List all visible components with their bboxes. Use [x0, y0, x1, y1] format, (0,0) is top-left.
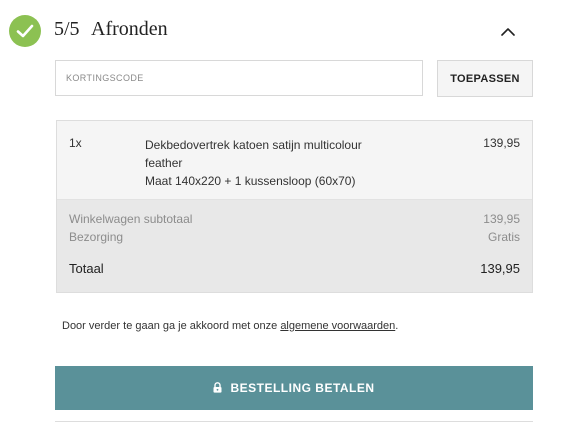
- shipping-value: Gratis: [487, 230, 520, 244]
- order-line-item: 1x Dekbedovertrek katoen satijn multicol…: [57, 121, 532, 200]
- item-name-line-1: Dekbedovertrek katoen satijn multicolour: [145, 138, 362, 152]
- item-name-line-2: feather: [145, 156, 183, 170]
- terms-notice: Door verder te gaan ga je akkoord met on…: [62, 320, 398, 332]
- step-number: 5/5: [54, 18, 80, 40]
- order-summary: 1x Dekbedovertrek katoen satijn multicol…: [56, 120, 533, 293]
- shipping-label: Bezorging: [69, 230, 124, 244]
- item-price: 139,95: [483, 136, 520, 150]
- step-title: Afronden: [91, 18, 168, 40]
- lock-icon: [213, 381, 222, 396]
- shipping-row: Bezorging Gratis: [69, 230, 520, 248]
- chevron-up-icon[interactable]: [496, 20, 520, 44]
- item-description: Dekbedovertrek katoen satijn multicolour…: [145, 136, 395, 190]
- divider: [55, 421, 533, 422]
- total-value: 139,95: [480, 261, 520, 276]
- subtotal-value: 139,95: [483, 212, 520, 226]
- check-circle-icon: [9, 15, 41, 47]
- total-label: Totaal: [69, 261, 104, 276]
- apply-coupon-button[interactable]: TOEPASSEN: [437, 60, 533, 97]
- item-quantity: 1x: [69, 136, 82, 150]
- pay-button-label: BESTELLING BETALEN: [230, 380, 375, 395]
- terms-text: Door verder te gaan ga je akkoord met on…: [62, 320, 278, 332]
- terms-suffix: .: [395, 320, 399, 332]
- terms-link[interactable]: algemene voorwaarden: [280, 320, 395, 332]
- total-row: Totaal 139,95: [69, 261, 520, 279]
- checkout-step-header: 5/5 Afronden: [0, 0, 563, 60]
- coupon-code-input[interactable]: [55, 60, 423, 96]
- order-totals: Winkelwagen subtotaal 139,95 Bezorging G…: [57, 200, 532, 292]
- pay-order-button[interactable]: BESTELLING BETALEN: [55, 366, 533, 410]
- subtotal-row: Winkelwagen subtotaal 139,95: [69, 212, 520, 230]
- item-variant: Maat 140x220 + 1 kussensloop (60x70): [145, 174, 356, 188]
- subtotal-label: Winkelwagen subtotaal: [69, 212, 193, 226]
